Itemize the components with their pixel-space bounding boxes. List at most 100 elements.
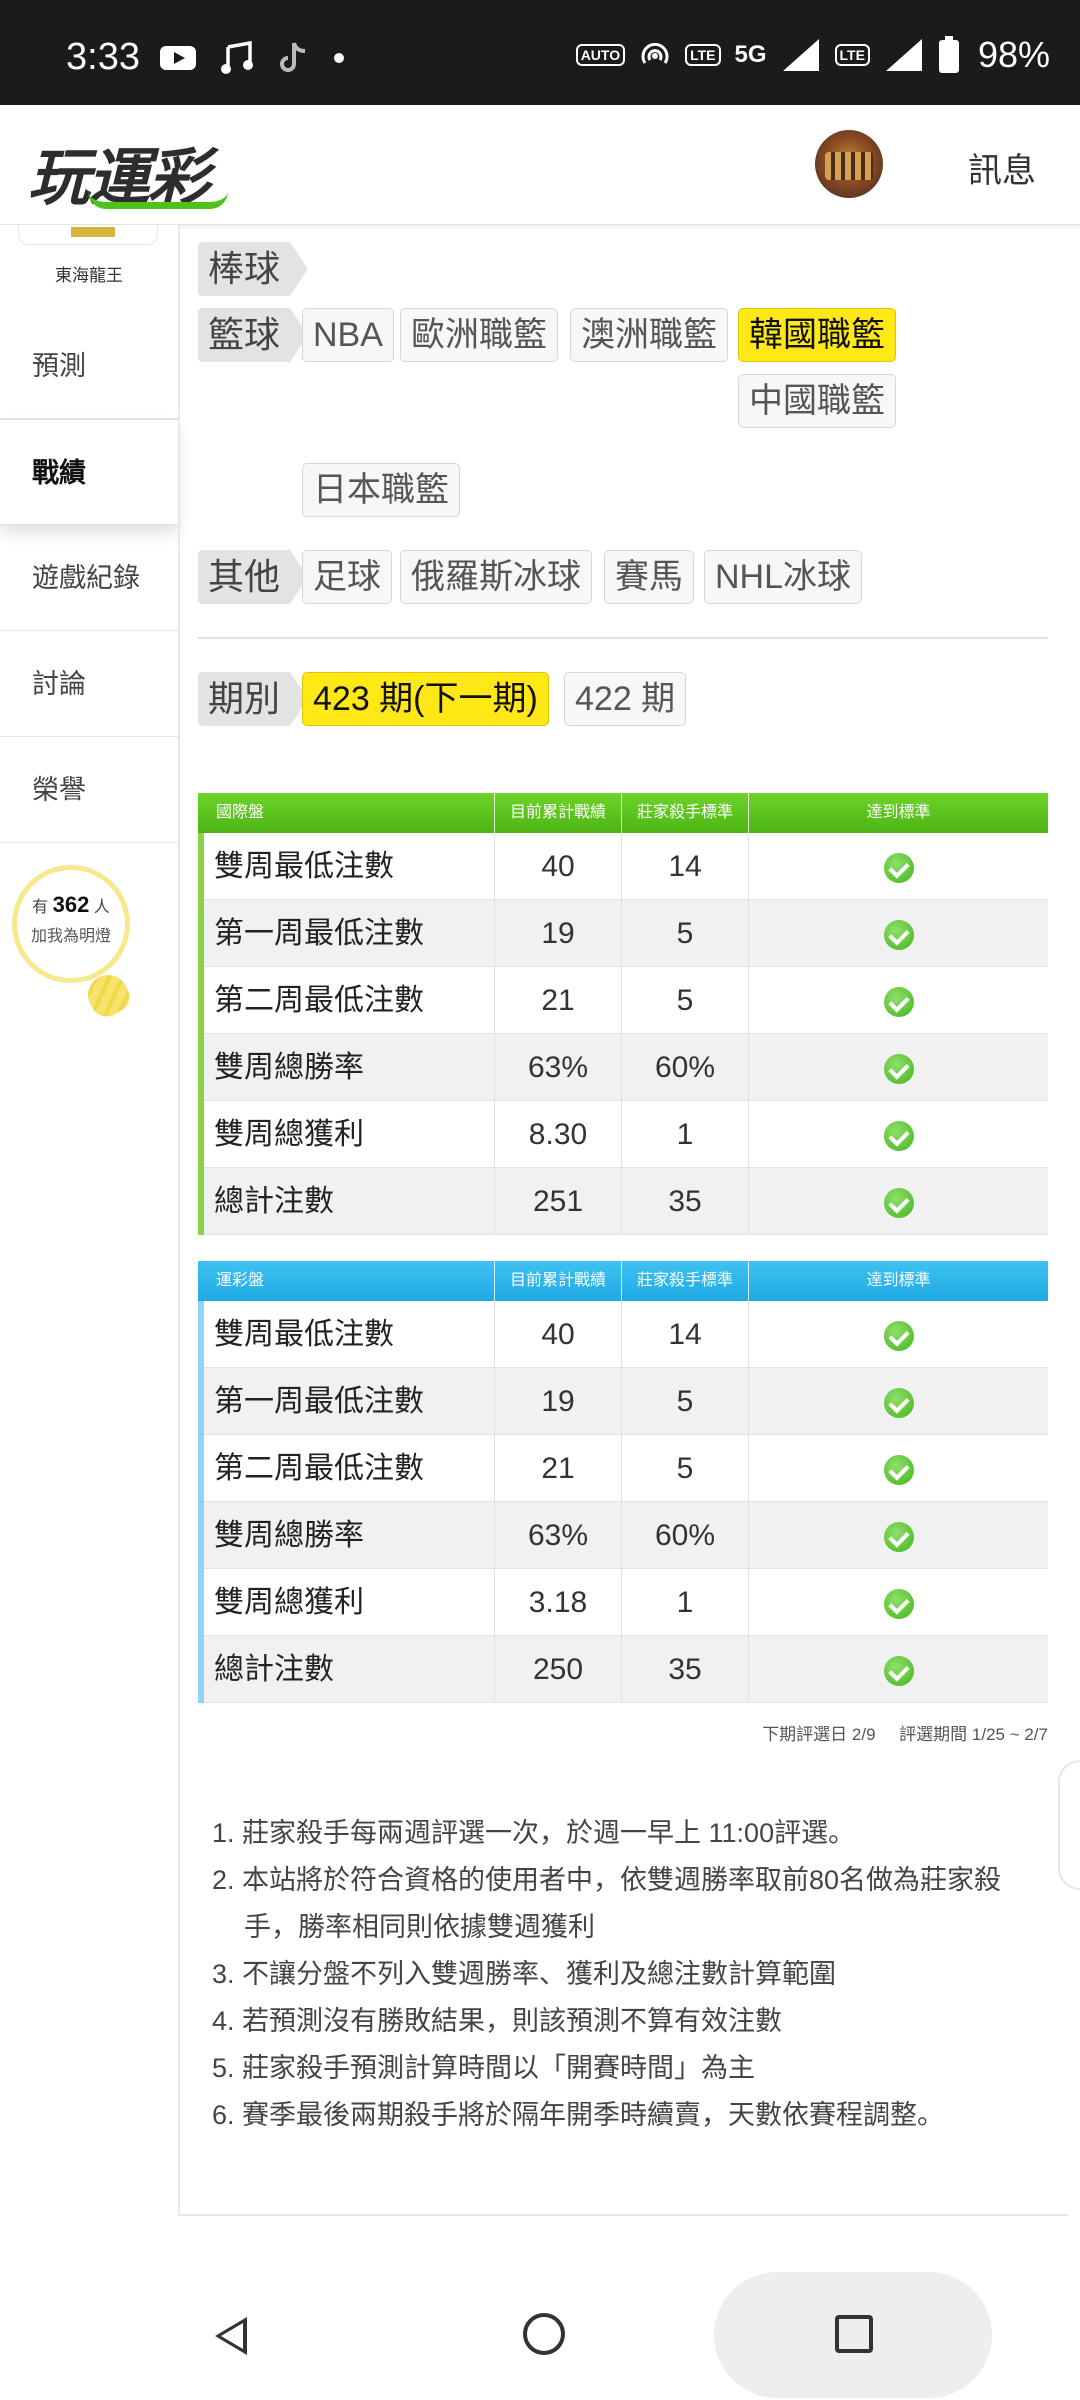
row-current: 19 [495, 900, 622, 967]
row-current: 250 [495, 1636, 622, 1703]
table-row: 雙周最低注數 40 14 [198, 833, 1048, 900]
row-current: 40 [495, 833, 622, 900]
network-type: 5G [734, 41, 767, 68]
table-title: 運彩盤 [198, 1261, 495, 1301]
check-icon [883, 1321, 914, 1352]
sidebar-item-predict[interactable]: 預測 [0, 313, 178, 419]
bulb-cta: 加我為明燈 [30, 928, 111, 945]
col-standard: 莊家殺手標準 [622, 793, 749, 833]
row-standard: 35 [622, 1636, 749, 1703]
row-achieved [749, 833, 1048, 900]
row-label: 雙周總勝率 [198, 1034, 495, 1101]
rule-item: 6. 賽季最後兩期殺手將於隔年開季時續賣，天數依賽程調整。 [212, 2100, 945, 2130]
section-divider [198, 637, 1048, 639]
rule-item: 4. 若預測沒有勝敗結果，則該預測不算有效注數 [212, 2006, 783, 2036]
table-row: 第二周最低注數 21 5 [198, 967, 1048, 1034]
auto-hz-icon: AUTO [575, 44, 626, 66]
floating-side-tab[interactable] [1058, 1760, 1080, 1890]
table-row: 雙周總勝率 63% 60% [198, 1502, 1048, 1569]
hotspot-icon [641, 42, 669, 64]
app-header: 玩運彩 訊息 [0, 105, 1080, 225]
row-label: 雙周最低注數 [198, 833, 495, 900]
rule-item: 3. 不讓分盤不列入雙週勝率、獲利及總注數計算範圍 [212, 1959, 837, 1989]
row-standard: 5 [622, 967, 749, 1034]
period-label: 期別 [198, 672, 309, 726]
row-standard: 1 [622, 1101, 749, 1168]
status-time: 3:33 [66, 36, 140, 78]
league-russia-hockey[interactable]: 俄羅斯冰球 [400, 550, 592, 604]
site-logo[interactable]: 玩運彩 [28, 127, 228, 217]
messages-link[interactable]: 訊息 [968, 143, 1036, 192]
sidebar-item-honor[interactable]: 榮譽 [0, 737, 178, 843]
rule-item: 2. 本站將於符合資格的使用者中，依雙週勝率取前80名做為莊家殺手，勝率相同則依… [212, 1865, 1002, 1942]
category-basketball[interactable]: 籃球 [198, 308, 309, 362]
league-nhl[interactable]: NHL冰球 [704, 550, 863, 604]
sidebar-item-record[interactable]: 戰績 [0, 419, 178, 525]
bulb-count-line: 有 362 人 [17, 892, 125, 918]
table-row: 第一周最低注數 19 5 [198, 1368, 1048, 1435]
system-icons: AUTO LTE 5G LTE 98% [575, 34, 1050, 76]
category-baseball[interactable]: 棒球 [198, 242, 309, 296]
row-label: 總計注數 [198, 1168, 495, 1235]
row-achieved [749, 1636, 1048, 1703]
check-icon [883, 1455, 914, 1486]
signal-icon-2 [885, 39, 922, 71]
row-achieved [749, 1368, 1048, 1435]
period-423[interactable]: 423 期(下一期) [302, 672, 549, 726]
row-standard: 1 [622, 1569, 749, 1636]
user-badge-image [18, 225, 158, 245]
bulb-suffix: 人 [93, 899, 110, 916]
user-avatar[interactable] [815, 130, 883, 198]
row-standard: 60% [622, 1502, 749, 1569]
row-current: 251 [495, 1168, 622, 1235]
row-label: 雙周總獲利 [198, 1101, 495, 1168]
row-label: 第一周最低注數 [198, 1368, 495, 1435]
check-icon [883, 987, 914, 1018]
music-icon [221, 41, 253, 74]
row-label: 雙周總勝率 [198, 1502, 495, 1569]
dot-icon [334, 53, 344, 63]
row-standard: 60% [622, 1034, 749, 1101]
league-euro-basketball[interactable]: 歐洲職籃 [400, 308, 558, 362]
row-label: 雙周最低注數 [198, 1301, 495, 1368]
row-standard: 14 [622, 1301, 749, 1368]
back-icon[interactable] [215, 2317, 247, 2355]
recents-icon[interactable] [835, 2315, 873, 2353]
row-label: 第一周最低注數 [198, 900, 495, 967]
sidebar-item-game-log[interactable]: 遊戲紀錄 [0, 525, 178, 631]
signal-icon [782, 39, 819, 71]
league-nba[interactable]: NBA [302, 308, 394, 362]
category-other[interactable]: 其他 [198, 550, 309, 604]
row-standard: 5 [622, 1368, 749, 1435]
sidebar-item-discuss[interactable]: 討論 [0, 631, 178, 737]
row-achieved [749, 1569, 1048, 1636]
status-bar: 3:33 AUTO LTE 5G LTE 98% [0, 0, 1080, 105]
table-row: 第二周最低注數 21 5 [198, 1435, 1048, 1502]
row-label: 第二周最低注數 [198, 967, 495, 1034]
table-header: 運彩盤 目前累計戰績 莊家殺手標準 達到標準 [198, 1261, 1048, 1301]
check-icon [883, 1188, 914, 1219]
evaluation-period: 評選期間 1/25 ~ 2/7 [899, 1725, 1048, 1744]
table-row: 雙周總勝率 63% 60% [198, 1034, 1048, 1101]
period-422[interactable]: 422 期 [564, 672, 687, 726]
col-current: 目前累計戰績 [495, 793, 622, 833]
rule-item: 1. 莊家殺手每兩週評選一次，於週一早上 11:00評選。 [212, 1818, 856, 1848]
notification-icons [158, 40, 346, 76]
league-japan-basketball[interactable]: 日本職籃 [302, 463, 460, 517]
league-aus-basketball[interactable]: 澳洲職籃 [570, 308, 728, 362]
row-label: 第二周最低注數 [198, 1435, 495, 1502]
table-row: 雙周總獲利 8.30 1 [198, 1101, 1048, 1168]
row-achieved [749, 1502, 1048, 1569]
follow-bulb-button[interactable]: 有 362 人 加我為明燈 [12, 865, 130, 983]
league-china-basketball[interactable]: 中國職籃 [738, 374, 896, 428]
check-icon [883, 853, 914, 884]
check-icon [883, 1589, 914, 1620]
battery-icon [938, 36, 959, 73]
check-icon [883, 1656, 914, 1687]
home-icon[interactable] [523, 2313, 565, 2355]
league-korea-basketball[interactable]: 韓國職籃 [738, 308, 896, 362]
league-horse-racing[interactable]: 賽馬 [604, 550, 694, 604]
row-achieved [749, 1301, 1048, 1368]
league-soccer[interactable]: 足球 [302, 550, 392, 604]
check-icon [883, 920, 914, 951]
